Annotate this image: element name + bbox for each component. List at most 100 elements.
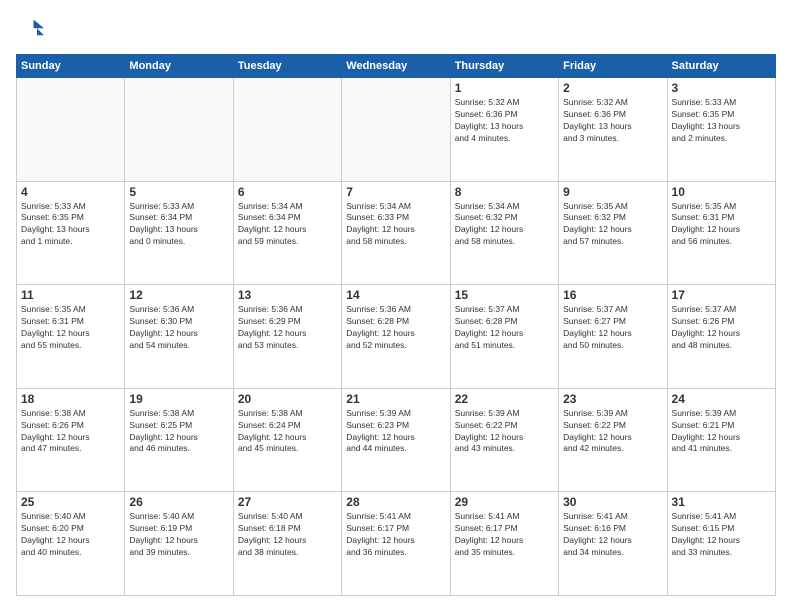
day-number: 23: [563, 392, 662, 406]
calendar-cell: 21 Sunrise: 5:39 AM Sunset: 6:23 PM Dayli…: [342, 388, 450, 492]
day-info: Sunrise: 5:38 AM Sunset: 6:25 PM Dayligh…: [129, 408, 228, 456]
page: SundayMondayTuesdayWednesdayThursdayFrid…: [0, 0, 792, 612]
day-info: Sunrise: 5:39 AM Sunset: 6:22 PM Dayligh…: [563, 408, 662, 456]
calendar-header-row: SundayMondayTuesdayWednesdayThursdayFrid…: [17, 55, 776, 78]
day-info: Sunrise: 5:35 AM Sunset: 6:31 PM Dayligh…: [21, 304, 120, 352]
day-number: 15: [455, 288, 554, 302]
day-number: 26: [129, 495, 228, 509]
day-info: Sunrise: 5:37 AM Sunset: 6:26 PM Dayligh…: [672, 304, 771, 352]
day-info: Sunrise: 5:32 AM Sunset: 6:36 PM Dayligh…: [563, 97, 662, 145]
day-info: Sunrise: 5:32 AM Sunset: 6:36 PM Dayligh…: [455, 97, 554, 145]
day-number: 19: [129, 392, 228, 406]
calendar-cell: 24 Sunrise: 5:39 AM Sunset: 6:21 PM Dayli…: [667, 388, 775, 492]
calendar-cell: 18 Sunrise: 5:38 AM Sunset: 6:26 PM Dayli…: [17, 388, 125, 492]
day-info: Sunrise: 5:36 AM Sunset: 6:29 PM Dayligh…: [238, 304, 337, 352]
day-info: Sunrise: 5:39 AM Sunset: 6:23 PM Dayligh…: [346, 408, 445, 456]
day-info: Sunrise: 5:34 AM Sunset: 6:33 PM Dayligh…: [346, 201, 445, 249]
day-number: 27: [238, 495, 337, 509]
header: [16, 16, 776, 44]
day-number: 8: [455, 185, 554, 199]
day-number: 1: [455, 81, 554, 95]
day-number: 16: [563, 288, 662, 302]
calendar-cell: 28 Sunrise: 5:41 AM Sunset: 6:17 PM Dayli…: [342, 492, 450, 596]
calendar-header-saturday: Saturday: [667, 55, 775, 78]
calendar-week-row: 18 Sunrise: 5:38 AM Sunset: 6:26 PM Dayli…: [17, 388, 776, 492]
day-number: 6: [238, 185, 337, 199]
logo: [16, 16, 48, 44]
calendar-cell: 30Sunrise: 5:41 AM Sunset: 6:16 PM Dayli…: [559, 492, 667, 596]
day-info: Sunrise: 5:37 AM Sunset: 6:28 PM Dayligh…: [455, 304, 554, 352]
calendar-cell: 20Sunrise: 5:38 AM Sunset: 6:24 PM Dayli…: [233, 388, 341, 492]
day-number: 21: [346, 392, 445, 406]
day-info: Sunrise: 5:35 AM Sunset: 6:32 PM Dayligh…: [563, 201, 662, 249]
calendar-cell: 10 Sunrise: 5:35 AM Sunset: 6:31 PM Dayli…: [667, 181, 775, 285]
calendar-header-friday: Friday: [559, 55, 667, 78]
calendar-cell: 27 Sunrise: 5:40 AM Sunset: 6:18 PM Dayli…: [233, 492, 341, 596]
day-info: Sunrise: 5:41 AM Sunset: 6:15 PM Dayligh…: [672, 511, 771, 559]
calendar-cell: [17, 78, 125, 182]
calendar-cell: 17 Sunrise: 5:37 AM Sunset: 6:26 PM Dayli…: [667, 285, 775, 389]
calendar-cell: 11Sunrise: 5:35 AM Sunset: 6:31 PM Dayli…: [17, 285, 125, 389]
calendar-cell: 3 Sunrise: 5:33 AM Sunset: 6:35 PM Daylig…: [667, 78, 775, 182]
day-info: Sunrise: 5:41 AM Sunset: 6:17 PM Dayligh…: [455, 511, 554, 559]
day-info: Sunrise: 5:40 AM Sunset: 6:20 PM Dayligh…: [21, 511, 120, 559]
calendar-week-row: 11Sunrise: 5:35 AM Sunset: 6:31 PM Dayli…: [17, 285, 776, 389]
calendar-cell: 16 Sunrise: 5:37 AM Sunset: 6:27 PM Dayli…: [559, 285, 667, 389]
day-number: 22: [455, 392, 554, 406]
calendar-cell: 31Sunrise: 5:41 AM Sunset: 6:15 PM Dayli…: [667, 492, 775, 596]
day-number: 18: [21, 392, 120, 406]
calendar-header-thursday: Thursday: [450, 55, 558, 78]
calendar-cell: 19 Sunrise: 5:38 AM Sunset: 6:25 PM Dayli…: [125, 388, 233, 492]
day-number: 10: [672, 185, 771, 199]
calendar-cell: 5Sunrise: 5:33 AM Sunset: 6:34 PM Daylig…: [125, 181, 233, 285]
calendar-cell: 7 Sunrise: 5:34 AM Sunset: 6:33 PM Daylig…: [342, 181, 450, 285]
calendar-cell: 12Sunrise: 5:36 AM Sunset: 6:30 PM Dayli…: [125, 285, 233, 389]
calendar-cell: 26 Sunrise: 5:40 AM Sunset: 6:19 PM Dayli…: [125, 492, 233, 596]
day-info: Sunrise: 5:33 AM Sunset: 6:35 PM Dayligh…: [21, 201, 120, 249]
day-number: 24: [672, 392, 771, 406]
calendar-cell: 14 Sunrise: 5:36 AM Sunset: 6:28 PM Dayli…: [342, 285, 450, 389]
day-info: Sunrise: 5:35 AM Sunset: 6:31 PM Dayligh…: [672, 201, 771, 249]
calendar-cell: 1 Sunrise: 5:32 AM Sunset: 6:36 PM Daylig…: [450, 78, 558, 182]
day-number: 4: [21, 185, 120, 199]
calendar-cell: 8 Sunrise: 5:34 AM Sunset: 6:32 PM Daylig…: [450, 181, 558, 285]
day-number: 12: [129, 288, 228, 302]
day-number: 7: [346, 185, 445, 199]
day-info: Sunrise: 5:37 AM Sunset: 6:27 PM Dayligh…: [563, 304, 662, 352]
calendar-cell: [233, 78, 341, 182]
day-info: Sunrise: 5:39 AM Sunset: 6:21 PM Dayligh…: [672, 408, 771, 456]
calendar-cell: [342, 78, 450, 182]
day-number: 13: [238, 288, 337, 302]
calendar-cell: 15 Sunrise: 5:37 AM Sunset: 6:28 PM Dayli…: [450, 285, 558, 389]
day-number: 14: [346, 288, 445, 302]
day-number: 3: [672, 81, 771, 95]
day-info: Sunrise: 5:41 AM Sunset: 6:17 PM Dayligh…: [346, 511, 445, 559]
day-info: Sunrise: 5:34 AM Sunset: 6:34 PM Dayligh…: [238, 201, 337, 249]
calendar-table: SundayMondayTuesdayWednesdayThursdayFrid…: [16, 54, 776, 596]
calendar-header-wednesday: Wednesday: [342, 55, 450, 78]
calendar-cell: 9 Sunrise: 5:35 AM Sunset: 6:32 PM Daylig…: [559, 181, 667, 285]
calendar-cell: 23 Sunrise: 5:39 AM Sunset: 6:22 PM Dayli…: [559, 388, 667, 492]
day-number: 29: [455, 495, 554, 509]
calendar-header-tuesday: Tuesday: [233, 55, 341, 78]
day-info: Sunrise: 5:33 AM Sunset: 6:35 PM Dayligh…: [672, 97, 771, 145]
day-info: Sunrise: 5:38 AM Sunset: 6:26 PM Dayligh…: [21, 408, 120, 456]
calendar-cell: 22Sunrise: 5:39 AM Sunset: 6:22 PM Dayli…: [450, 388, 558, 492]
day-number: 9: [563, 185, 662, 199]
calendar-header-sunday: Sunday: [17, 55, 125, 78]
day-number: 28: [346, 495, 445, 509]
calendar-cell: 6 Sunrise: 5:34 AM Sunset: 6:34 PM Daylig…: [233, 181, 341, 285]
day-info: Sunrise: 5:40 AM Sunset: 6:19 PM Dayligh…: [129, 511, 228, 559]
day-info: Sunrise: 5:34 AM Sunset: 6:32 PM Dayligh…: [455, 201, 554, 249]
day-info: Sunrise: 5:40 AM Sunset: 6:18 PM Dayligh…: [238, 511, 337, 559]
calendar-week-row: 1 Sunrise: 5:32 AM Sunset: 6:36 PM Daylig…: [17, 78, 776, 182]
day-info: Sunrise: 5:36 AM Sunset: 6:28 PM Dayligh…: [346, 304, 445, 352]
day-info: Sunrise: 5:33 AM Sunset: 6:34 PM Dayligh…: [129, 201, 228, 249]
day-number: 25: [21, 495, 120, 509]
day-number: 17: [672, 288, 771, 302]
day-number: 2: [563, 81, 662, 95]
calendar-week-row: 4 Sunrise: 5:33 AM Sunset: 6:35 PM Daylig…: [17, 181, 776, 285]
logo-icon: [16, 16, 44, 44]
day-info: Sunrise: 5:38 AM Sunset: 6:24 PM Dayligh…: [238, 408, 337, 456]
calendar-cell: 29 Sunrise: 5:41 AM Sunset: 6:17 PM Dayli…: [450, 492, 558, 596]
